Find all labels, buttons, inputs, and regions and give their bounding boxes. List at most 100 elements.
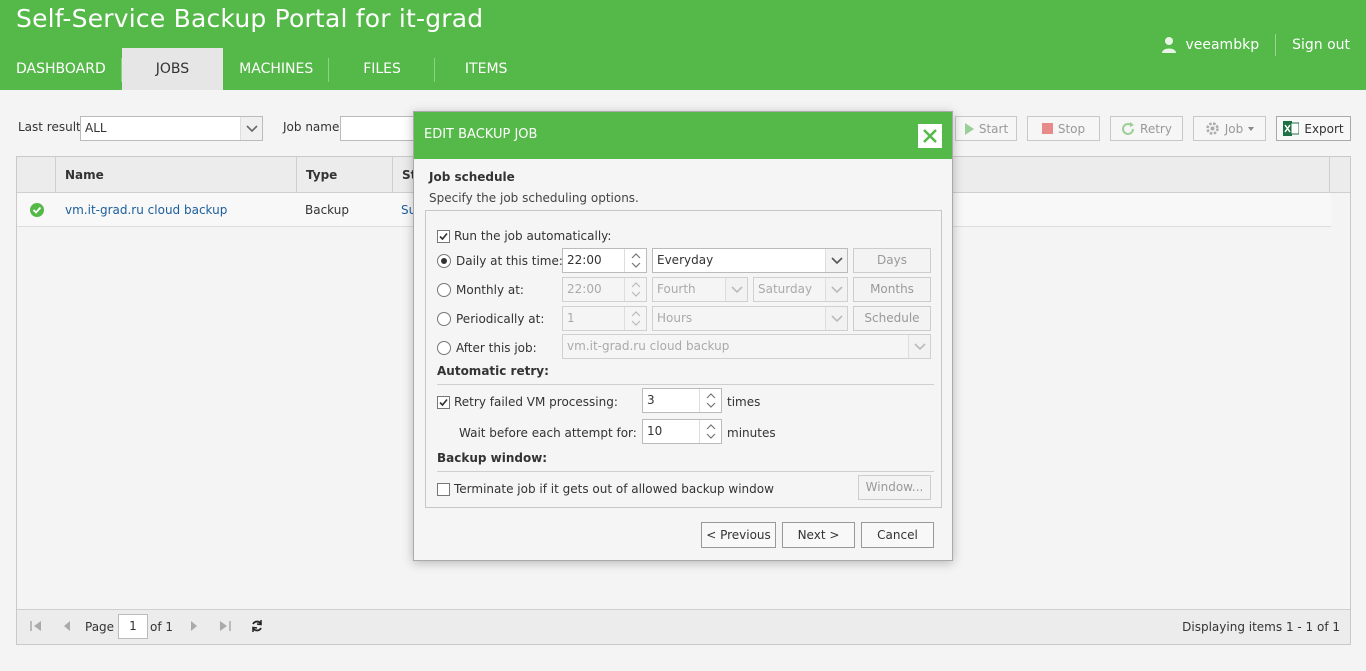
app-title: Self-Service Backup Portal for it-grad xyxy=(16,4,484,33)
terminate-job-checkbox[interactable] xyxy=(437,483,450,496)
user-icon xyxy=(1162,37,1177,53)
monthly-day-select[interactable]: Saturday xyxy=(753,277,848,302)
after-job-radio[interactable] xyxy=(437,341,451,355)
monthly-time-input[interactable]: 22:00 xyxy=(562,277,647,302)
spinner-arrows-icon[interactable] xyxy=(624,307,646,330)
chevron-down-icon xyxy=(825,278,847,301)
previous-button[interactable]: < Previous xyxy=(701,522,776,548)
run-automatically-checkbox[interactable] xyxy=(437,230,450,243)
name-column-header[interactable]: Name xyxy=(56,157,297,193)
stop-button[interactable]: Stop xyxy=(1027,116,1100,141)
after-job-select[interactable]: vm.it-grad.ru cloud backup xyxy=(562,334,931,359)
monthly-week-select[interactable]: Fourth xyxy=(652,277,748,302)
status-column-header[interactable] xyxy=(17,157,56,193)
run-automatically-label: Run the job automatically: xyxy=(454,229,612,243)
chevron-down-icon xyxy=(240,117,262,140)
start-button[interactable]: Start xyxy=(955,116,1017,141)
chevron-down-icon xyxy=(825,307,847,330)
start-label: Start xyxy=(978,121,1009,136)
monthly-radio[interactable] xyxy=(437,283,451,297)
daily-radio[interactable] xyxy=(437,254,451,268)
section-title: Job schedule xyxy=(429,170,515,184)
automatic-retry-heading: Automatic retry: xyxy=(437,364,549,378)
spinner-arrows-icon[interactable] xyxy=(624,249,646,272)
daily-time-value: 22:00 xyxy=(567,253,602,267)
edit-backup-job-dialog: EDIT BACKUP JOB Job schedule Specify the… xyxy=(413,111,953,561)
retry-button[interactable]: Retry xyxy=(1110,116,1183,141)
months-button[interactable]: Months xyxy=(853,277,931,302)
caret-down-icon xyxy=(1248,126,1255,131)
retry-label: Retry xyxy=(1140,121,1172,136)
type-column-header[interactable]: Type xyxy=(297,157,393,193)
retry-failed-label: Retry failed VM processing: xyxy=(454,395,618,409)
checkmark-icon xyxy=(439,398,448,407)
chevron-down-icon xyxy=(725,278,747,301)
monthly-time-value: 22:00 xyxy=(567,282,602,296)
wait-unit: minutes xyxy=(727,426,776,440)
grid-pager: Page 1 of 1 Displaying items 1 - 1 of 1 xyxy=(17,609,1350,644)
daily-frequency-select[interactable]: Everyday xyxy=(652,248,848,273)
tab-items[interactable]: ITEMS xyxy=(435,48,524,90)
tab-files[interactable]: FILES xyxy=(329,48,435,90)
monthly-week-value: Fourth xyxy=(657,282,696,296)
divider xyxy=(437,471,934,472)
refresh-icon[interactable] xyxy=(250,619,264,633)
sign-out-link[interactable]: Sign out xyxy=(1276,34,1366,56)
export-label: Export xyxy=(1304,121,1344,136)
daily-label: Daily at this time: xyxy=(456,254,563,268)
export-button[interactable]: Export xyxy=(1276,116,1351,141)
window-button[interactable]: Window... xyxy=(858,475,931,500)
periodically-value: 1 xyxy=(567,311,575,325)
days-button[interactable]: Days xyxy=(853,248,931,273)
job-type: Backup xyxy=(305,203,349,217)
last-result-label: Last result xyxy=(18,120,81,134)
last-result-select[interactable]: ALL xyxy=(80,116,263,141)
spinner-arrows-icon[interactable] xyxy=(699,420,721,443)
job-name-link[interactable]: vm.it-grad.ru cloud backup xyxy=(65,193,227,227)
tab-jobs[interactable]: JOBS xyxy=(121,48,224,90)
chevron-down-icon xyxy=(908,335,930,358)
periodically-radio[interactable] xyxy=(437,312,451,326)
next-page-icon[interactable] xyxy=(187,619,201,633)
dialog-header: EDIT BACKUP JOB xyxy=(414,112,952,159)
schedule-panel: Run the job automatically: Daily at this… xyxy=(425,210,942,508)
periodically-unit-value: Hours xyxy=(657,311,693,325)
page-label: Page xyxy=(85,620,115,634)
page-number-input[interactable]: 1 xyxy=(118,614,148,639)
next-button[interactable]: Next > xyxy=(782,522,855,548)
chevron-down-icon xyxy=(825,249,847,272)
monthly-day-value: Saturday xyxy=(758,282,813,296)
wait-minutes-input[interactable]: 10 xyxy=(642,419,722,444)
job-name-input[interactable] xyxy=(340,116,420,141)
user-name[interactable]: veeambkp xyxy=(1185,34,1277,56)
dialog-title: EDIT BACKUP JOB xyxy=(424,127,538,142)
close-button[interactable] xyxy=(918,124,942,148)
stop-label: Stop xyxy=(1057,121,1086,136)
daily-time-input[interactable]: 22:00 xyxy=(562,248,647,273)
monthly-label: Monthly at: xyxy=(456,283,524,297)
job-menu-button[interactable]: Job xyxy=(1193,116,1266,141)
periodically-value-input[interactable]: 1 xyxy=(562,306,647,331)
section-subtitle: Specify the job scheduling options. xyxy=(429,191,639,205)
backup-window-heading: Backup window: xyxy=(437,451,548,465)
periodically-unit-select[interactable]: Hours xyxy=(652,306,848,331)
displaying-items: Displaying items 1 - 1 of 1 xyxy=(1182,620,1340,634)
first-page-icon[interactable] xyxy=(29,619,43,633)
tab-machines[interactable]: MACHINES xyxy=(223,48,330,90)
previous-page-icon[interactable] xyxy=(60,619,74,633)
last-page-icon[interactable] xyxy=(218,619,232,633)
spinner-arrows-icon[interactable] xyxy=(624,278,646,301)
stop-icon xyxy=(1041,123,1053,134)
divider xyxy=(437,384,934,385)
cancel-button[interactable]: Cancel xyxy=(861,522,934,548)
tab-dashboard[interactable]: DASHBOARD xyxy=(0,48,122,90)
retry-icon xyxy=(1122,121,1135,135)
spinner-arrows-icon[interactable] xyxy=(699,389,721,412)
after-job-value: vm.it-grad.ru cloud backup xyxy=(567,339,730,353)
schedule-button[interactable]: Schedule xyxy=(853,306,931,331)
retry-count-input[interactable]: 3 xyxy=(642,388,722,413)
retry-failed-checkbox[interactable] xyxy=(437,396,450,409)
after-job-label: After this job: xyxy=(456,341,537,355)
app-header: Self-Service Backup Portal for it-grad D… xyxy=(0,0,1366,90)
user-area: veeambkp Sign out xyxy=(1161,32,1366,58)
